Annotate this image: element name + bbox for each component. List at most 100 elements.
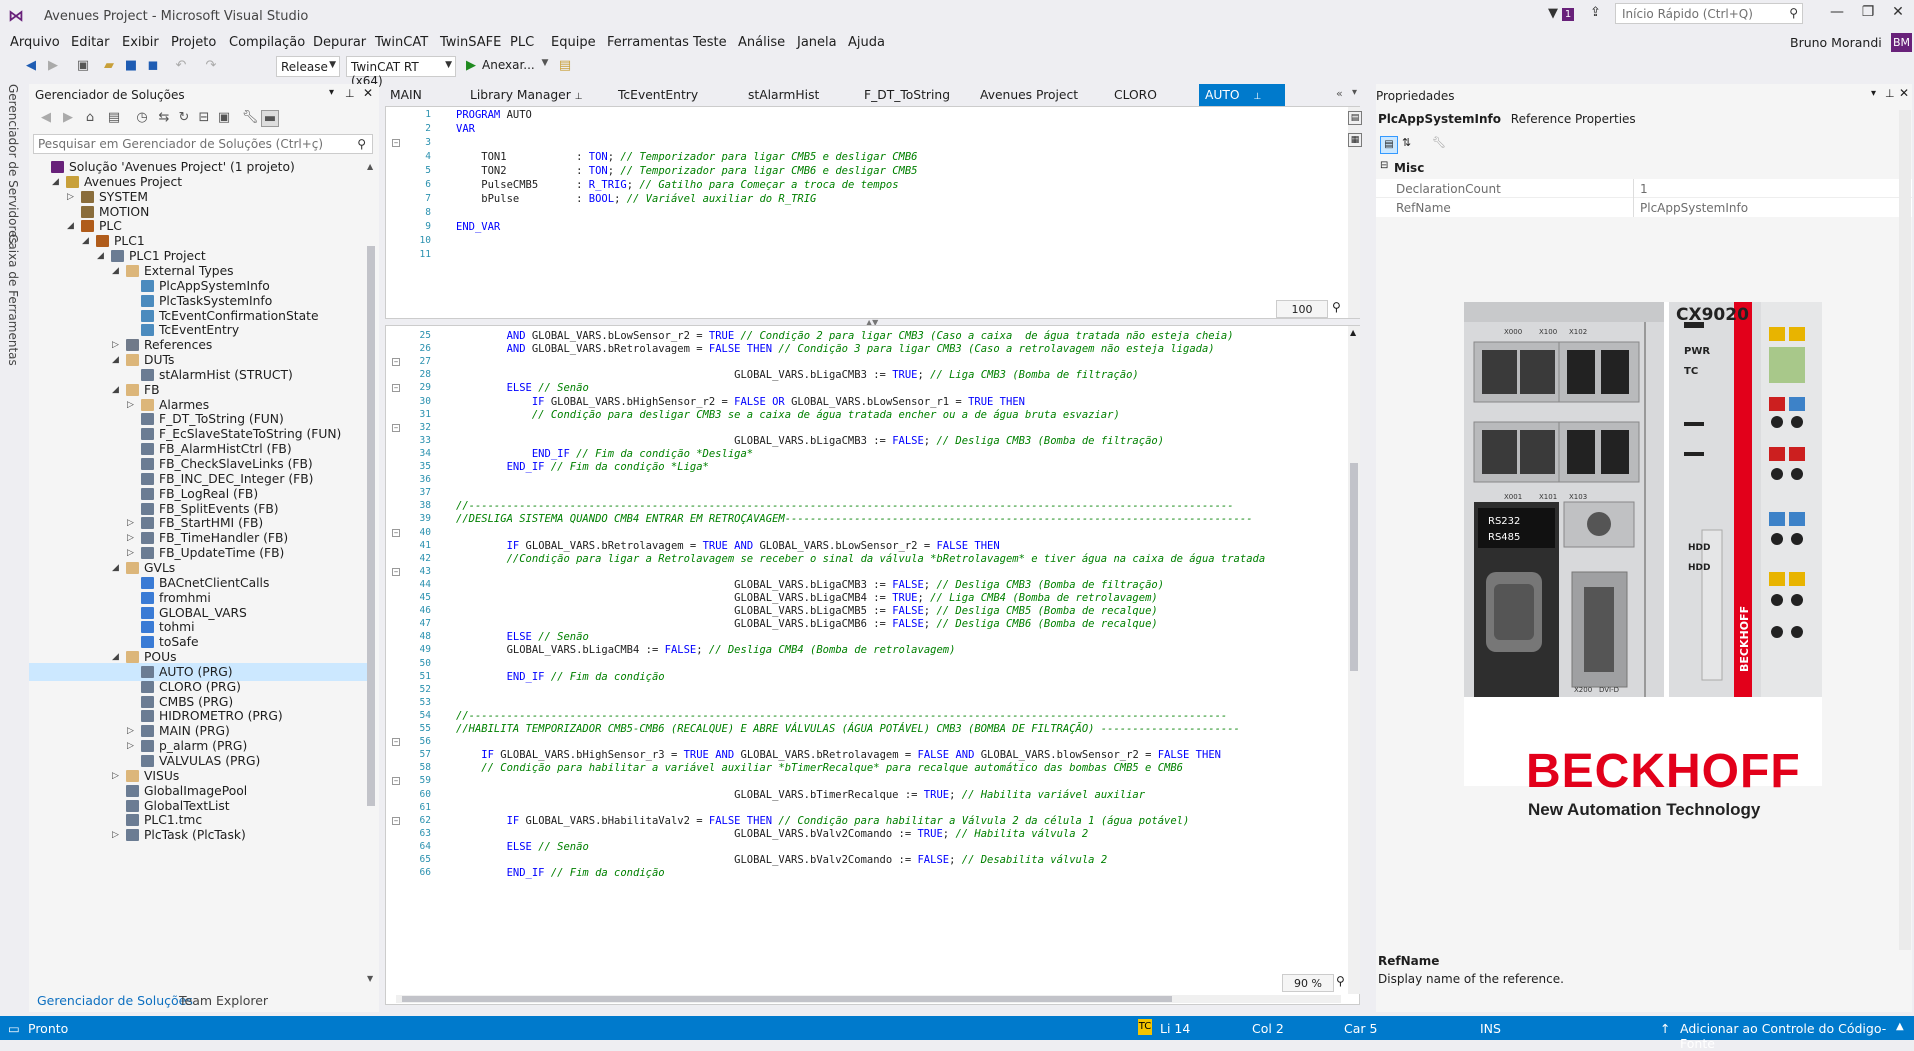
undo-icon[interactable]: ↶ bbox=[172, 58, 190, 73]
chevron-up-icon[interactable]: ▲ bbox=[1896, 1021, 1904, 1032]
code-line[interactable]: 11 bbox=[386, 247, 1359, 263]
zoom-level-top[interactable]: 100 bbox=[1276, 300, 1328, 318]
live-share-icon[interactable]: ⇪ bbox=[1590, 5, 1601, 20]
fold-icon[interactable]: − bbox=[392, 738, 400, 747]
configuration-dropdown[interactable]: Release ▼ bbox=[276, 56, 340, 77]
menu-compilacao[interactable]: Compilação bbox=[229, 35, 305, 50]
tab-solution-explorer[interactable]: Gerenciador de Soluções bbox=[37, 993, 193, 1008]
scroll-down-icon[interactable]: ▼ bbox=[367, 974, 373, 983]
back-icon[interactable]: ◀ bbox=[37, 110, 55, 125]
alphabetical-icon[interactable]: ⇅ bbox=[1402, 136, 1411, 149]
fold-icon[interactable]: − bbox=[392, 139, 400, 147]
user-name[interactable]: Bruno Morandi bbox=[1790, 35, 1882, 50]
category-misc[interactable]: ⊟ Misc bbox=[1376, 160, 1912, 178]
horizontal-scrollbar-thumb[interactable] bbox=[402, 996, 1172, 1002]
refresh-icon[interactable]: ↻ bbox=[175, 110, 193, 125]
fold-icon[interactable]: − bbox=[392, 777, 400, 786]
menu-twinsafe[interactable]: TwinSAFE bbox=[440, 35, 501, 50]
declaration-editor[interactable]: 1 PROGRAM AUTO 2 VAR 3−4 TON1 : TON; // Temp… bbox=[385, 106, 1362, 319]
menu-ajuda[interactable]: Ajuda bbox=[848, 35, 885, 50]
column-divider[interactable] bbox=[1633, 179, 1634, 217]
fold-icon[interactable]: − bbox=[392, 567, 400, 576]
sync-icon[interactable]: ⇆ bbox=[155, 110, 173, 125]
tab-main[interactable]: MAIN bbox=[384, 84, 428, 106]
fold-icon[interactable]: − bbox=[392, 528, 400, 537]
fold-icon[interactable]: − bbox=[392, 423, 400, 432]
fold-icon[interactable]: − bbox=[392, 816, 400, 825]
filter-icon[interactable]: ▼ bbox=[1548, 6, 1558, 21]
menu-teste[interactable]: Teste bbox=[693, 35, 727, 50]
tree-item[interactable]: ▷ PlcTask (PlcTask) bbox=[29, 826, 367, 844]
tab-team-explorer[interactable]: Team Explorer bbox=[179, 993, 268, 1008]
home-icon[interactable]: ⌂ bbox=[81, 110, 99, 125]
tab-library-manager[interactable]: Library Manager ⊥ bbox=[464, 84, 589, 106]
scroll-up-icon[interactable]: ▲ bbox=[367, 162, 373, 171]
preview-icon[interactable]: ▬ bbox=[261, 110, 279, 127]
play-icon[interactable]: ▶ bbox=[462, 58, 480, 73]
horizontal-scrollbar[interactable] bbox=[396, 995, 1341, 1003]
menu-exibir[interactable]: Exibir bbox=[122, 35, 159, 50]
tab-f-dt-tostring[interactable]: F_DT_ToString bbox=[858, 84, 956, 106]
save-all-icon[interactable]: ◼ bbox=[144, 58, 162, 73]
properties-scrollbar[interactable] bbox=[1899, 110, 1911, 950]
window-options-icon[interactable]: ▾ bbox=[329, 87, 334, 98]
property-pages-wrench-icon[interactable]: 🔧︎ bbox=[1432, 136, 1446, 149]
categorized-icon[interactable]: ▤ bbox=[1380, 136, 1398, 154]
pin-icon[interactable]: ⊥ bbox=[345, 87, 355, 100]
property-row[interactable]: RefName PlcAppSystemInfo bbox=[1376, 198, 1912, 217]
pin-icon[interactable]: ⊥ bbox=[1254, 92, 1262, 102]
tree-scrollbar[interactable] bbox=[367, 246, 375, 806]
menu-projeto[interactable]: Projeto bbox=[171, 35, 216, 50]
close-icon[interactable]: ✕ bbox=[363, 86, 373, 100]
close-button[interactable]: ✕ bbox=[1883, 4, 1913, 20]
scroll-tabs-icon[interactable]: « bbox=[1336, 87, 1343, 100]
notification-badge[interactable]: 1 bbox=[1562, 8, 1574, 21]
forward-icon[interactable]: ▶ bbox=[59, 110, 77, 125]
menu-janela[interactable]: Janela bbox=[797, 35, 837, 50]
menu-arquivo[interactable]: Arquivo bbox=[10, 35, 60, 50]
avatar[interactable]: BM bbox=[1891, 33, 1912, 52]
split-view-icon[interactable]: ▤ bbox=[1348, 111, 1362, 125]
redo-icon[interactable]: ↷ bbox=[202, 58, 220, 73]
zoom-icon[interactable]: ⚲ bbox=[1336, 974, 1345, 988]
collapsed-icon[interactable]: ▷ bbox=[112, 826, 122, 844]
fold-icon[interactable]: − bbox=[392, 358, 400, 367]
menu-depurar[interactable]: Depurar bbox=[313, 35, 366, 50]
zoom-level-bottom[interactable]: 90 % bbox=[1282, 974, 1334, 992]
tab-stalarmhist[interactable]: stAlarmHist bbox=[742, 84, 825, 106]
platform-dropdown[interactable]: TwinCAT RT (x64) ▼ bbox=[346, 56, 456, 88]
collapse-all-icon[interactable]: ⊟ bbox=[195, 110, 213, 125]
properties-wrench-icon[interactable]: 🔧︎ bbox=[241, 110, 259, 125]
menu-ferramentas[interactable]: Ferramentas bbox=[607, 35, 689, 50]
menu-analise[interactable]: Análise bbox=[738, 35, 785, 50]
tab-auto[interactable]: AUTO ⊥ ✕ bbox=[1199, 84, 1285, 126]
collapse-icon[interactable]: ⊟ bbox=[1380, 160, 1388, 171]
close-icon[interactable]: ✕ bbox=[1899, 86, 1909, 100]
implementation-editor[interactable]: 25 AND GLOBAL_VARS.bLowSensor_r2 = TRUE … bbox=[385, 325, 1360, 1005]
source-control-button[interactable]: Adicionar ao Controle do Código-Fonte bbox=[1680, 1021, 1914, 1051]
attach-dropdown-icon[interactable]: ▼ bbox=[536, 58, 554, 68]
quick-launch-input[interactable]: Início Rápido (Ctrl+Q) ⚲ bbox=[1615, 3, 1803, 24]
server-explorer-tab[interactable]: Gerenciador de Servidores bbox=[6, 84, 20, 244]
window-options-icon[interactable]: ▾ bbox=[1871, 88, 1876, 99]
tab-list-dropdown-icon[interactable]: ▾ bbox=[1352, 87, 1357, 98]
menu-equipe[interactable]: Equipe bbox=[551, 35, 596, 50]
scroll-up-icon[interactable]: ▲ bbox=[1350, 328, 1356, 337]
zoom-icon[interactable]: ⚲ bbox=[1332, 300, 1341, 314]
switch-views-icon[interactable]: ▤ bbox=[105, 110, 123, 125]
fold-icon[interactable]: − bbox=[392, 384, 400, 393]
table-view-icon[interactable]: ▦ bbox=[1348, 133, 1362, 147]
implementation-scrollbar-thumb[interactable] bbox=[1350, 463, 1358, 671]
tab-cloro[interactable]: CLORO bbox=[1108, 84, 1163, 106]
toolbox-tab[interactable]: Caixa de Ferramentas bbox=[6, 234, 20, 366]
open-folder-icon[interactable]: ▰ bbox=[100, 58, 118, 73]
menu-twincat[interactable]: TwinCAT bbox=[375, 35, 428, 50]
menu-editar[interactable]: Editar bbox=[71, 35, 110, 50]
pin-icon[interactable]: ⊥ bbox=[1885, 87, 1895, 100]
tab-tceventtry[interactable]: TcEventEntry bbox=[612, 84, 704, 106]
back-icon[interactable]: ◀ bbox=[22, 58, 40, 73]
maximize-button[interactable]: ❐ bbox=[1853, 4, 1883, 20]
find-in-files-icon[interactable]: ▤ bbox=[556, 58, 574, 73]
show-all-files-icon[interactable]: ▣ bbox=[215, 110, 233, 125]
selected-object[interactable]: PlcAppSystemInfo Reference Properties bbox=[1378, 112, 1636, 126]
